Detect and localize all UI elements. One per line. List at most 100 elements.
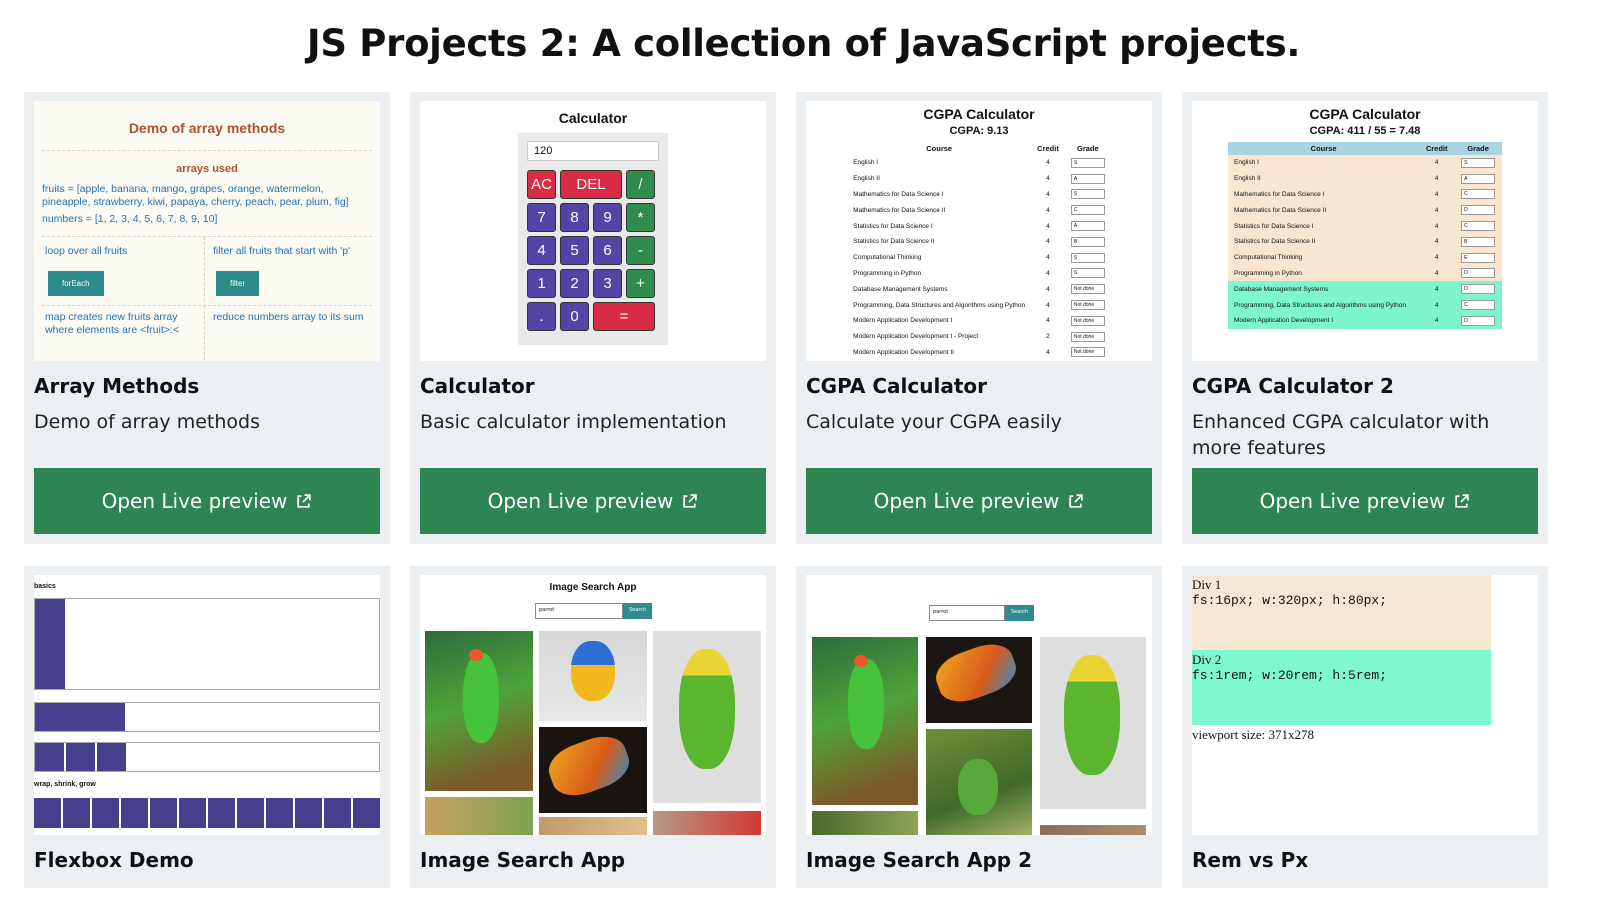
credit: 4	[1046, 269, 1050, 277]
search-bar: parrot Search	[929, 605, 1035, 621]
flex-container	[34, 798, 380, 828]
course-name: Mathematics for Data Science I	[1228, 186, 1420, 203]
preview-thumbnail[interactable]: Div 1 fs:16px; w:320px; h:80px; Div 2 fs…	[1192, 575, 1538, 835]
calculator-key: .	[527, 302, 556, 331]
table-row: Modern Application Development I 4 Not don…	[847, 313, 1111, 329]
search-input: parrot	[929, 605, 1005, 621]
calculator-key: 8	[560, 203, 589, 232]
table-row: Modern Application Development I - Proje…	[847, 329, 1111, 345]
preview-thumbnail[interactable]: Demo of array methods arrays used fruits…	[34, 101, 380, 361]
calculator-key: 4	[527, 236, 556, 265]
table-row: English I4S	[847, 155, 1111, 171]
credit: 4	[1419, 249, 1455, 266]
grade-select: S	[1070, 157, 1105, 168]
credit: 4	[1419, 281, 1455, 298]
calculator-keys: AC DEL/ 7 8 9 * 4 5 6- 1 2 3 +. 0 =	[527, 170, 659, 331]
preview-thumbnail[interactable]: CGPA Calculator CGPA: 9.13 Course Credit G…	[806, 101, 1152, 361]
table-row: Statistics for Data Science I4C	[1228, 218, 1502, 234]
credit: 4	[1046, 317, 1050, 325]
course-name: Database Management Systems	[853, 285, 948, 293]
page-title: JS Projects 2: A collection of JavaScrip…	[306, 22, 1301, 65]
search-button: Search	[623, 603, 653, 619]
external-link-icon	[1069, 493, 1084, 508]
parrot-image	[425, 631, 533, 791]
card-description: Basic calculator implementation	[420, 411, 727, 433]
preview-cgpa-summary: CGPA: 9.13	[949, 125, 1009, 137]
grade-select: Not done	[1070, 331, 1105, 342]
open-live-preview-button[interactable]: Open Live preview	[1192, 468, 1538, 534]
course-name: English I	[853, 159, 879, 167]
course-name: English II	[853, 175, 880, 183]
credit: 4	[1419, 155, 1455, 171]
course-name: English II	[1228, 170, 1420, 187]
grade-select: Not done	[1070, 284, 1105, 295]
calculator-key: DEL	[560, 170, 622, 199]
viewport-size: viewport size: 371x278	[1192, 727, 1315, 742]
course-name: Mathematics for Data Science II	[1228, 202, 1420, 219]
credit: 4	[1419, 297, 1455, 313]
credit: 4	[1046, 301, 1050, 309]
grade-select: Not done	[1070, 347, 1105, 358]
calculator-key: AC	[527, 170, 556, 199]
grade-select: D	[1461, 315, 1496, 326]
table-header: Credit	[1419, 142, 1455, 155]
table-row: English I4S	[1228, 155, 1502, 171]
search-button: Search	[1005, 605, 1035, 621]
preview-thumbnail[interactable]: parrot Search	[806, 575, 1152, 835]
flex-container	[34, 598, 380, 690]
project-card-array-methods: Demo of array methods arrays used fruits…	[24, 92, 390, 544]
div-1-label: Div 1	[1192, 577, 1222, 592]
course-name: Computational Thinking	[853, 254, 922, 262]
credit: 4	[1046, 254, 1050, 262]
calculator-key: 6	[593, 236, 622, 265]
preview-reduce-text: reduce numbers array to its sum	[213, 311, 364, 323]
grade-select: S	[1070, 252, 1105, 263]
table-row: Programming, Data Structures and Algorit…	[1228, 297, 1502, 313]
preview-heading: Calculator	[558, 110, 628, 126]
search-input: parrot	[535, 603, 623, 619]
div-2-code: fs:1rem; w:20rem; h:5rem;	[1192, 668, 1388, 683]
table-header: Credit	[1037, 144, 1059, 153]
table-header: Course	[1228, 142, 1420, 155]
cgpa-table: Course Credit Grade English I 4 S English II 4 A…	[1228, 142, 1502, 329]
div-1-box: Div 1 fs:16px; w:320px; h:80px;	[1192, 575, 1491, 650]
preview-heading: Demo of array methods	[42, 120, 372, 151]
open-live-preview-button[interactable]: Open Live preview	[420, 468, 766, 534]
parrot-image	[539, 817, 647, 835]
calculator-key: 5	[560, 236, 589, 265]
credit: 4	[1419, 265, 1455, 282]
parrot-image	[653, 631, 761, 803]
preview-thumbnail[interactable]: basics wrap, shrink, grow	[34, 575, 380, 835]
credit: 4	[1419, 186, 1455, 203]
table-row: Mathematics for Data Science II 4 C	[847, 202, 1111, 218]
preview-map-text: map creates new fruits array where eleme…	[45, 311, 179, 336]
div-1-code: fs:16px; w:320px; h:80px;	[1192, 593, 1388, 608]
open-live-preview-button[interactable]: Open Live preview	[34, 468, 380, 534]
table-header: Course	[926, 144, 953, 153]
project-card-calculator: Calculator 120 AC DEL/ 7 8 9 * 4 5 6- 1 2 3 +. 0 = Cal…	[410, 92, 776, 544]
preview-thumbnail[interactable]: Image Search App parrot Search	[420, 575, 766, 835]
grade-select: B	[1461, 236, 1496, 247]
preview-thumbnail[interactable]: Calculator 120 AC DEL/ 7 8 9 * 4 5 6- 1 2 3 +. 0 =	[420, 101, 766, 361]
open-live-preview-button[interactable]: Open Live preview	[806, 468, 1152, 534]
table-row: Programming in Python 4 S	[847, 266, 1111, 282]
preview-thumbnail[interactable]: CGPA Calculator CGPA: 411 / 55 = 7.48 Co…	[1192, 101, 1538, 361]
calculator-body: 120 AC DEL/ 7 8 9 * 4 5 6- 1 2 3 +. 0 =	[518, 133, 668, 345]
table-row: Mathematics for Data Science I 4 S	[847, 187, 1111, 203]
flex-container	[34, 702, 380, 732]
table-row: Modern Application Development II 4 Not do…	[847, 345, 1111, 361]
credit: 4	[1046, 285, 1050, 293]
course-name: Statistics for Data Science II	[853, 238, 935, 246]
preview-cgpa-summary: CGPA: 411 / 55 = 7.48	[1309, 125, 1421, 137]
search-bar: parrot Search	[535, 603, 653, 619]
credit: 2	[1046, 333, 1050, 341]
preview-wrap-label: wrap, shrink, grow	[34, 781, 96, 788]
table-row: Database Management Systems 4 Not done	[847, 281, 1111, 297]
calculator-key: 9	[593, 203, 622, 232]
flex-container	[34, 742, 380, 772]
external-link-icon	[1455, 493, 1470, 508]
calculator-key: -	[626, 236, 655, 265]
course-name: Modern Application Development I - Proje…	[853, 333, 979, 341]
button-label: Open Live preview	[873, 489, 1060, 513]
preview-filter-text: filter all fruits that start with 'p'	[213, 245, 351, 257]
